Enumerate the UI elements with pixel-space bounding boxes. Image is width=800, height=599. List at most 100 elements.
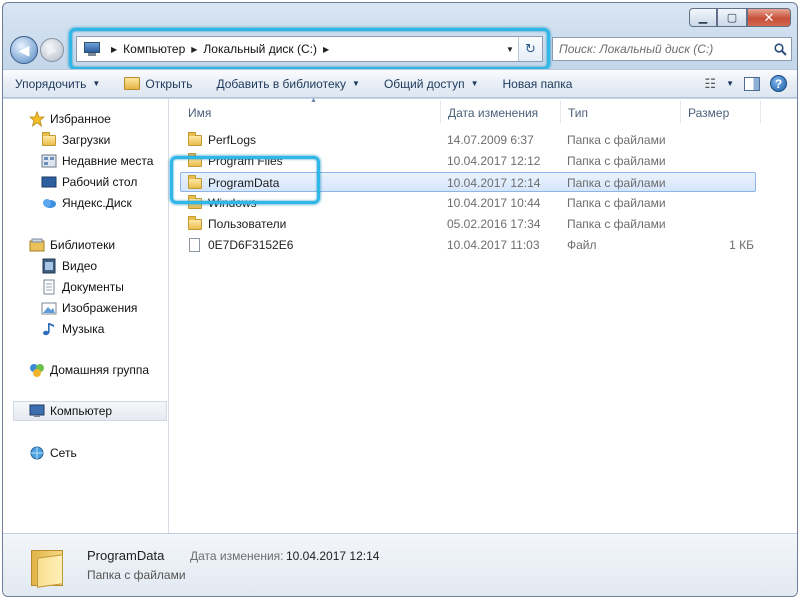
file-list[interactable]: ▲ Имя Дата изменения Тип Размер PerfLogs…	[170, 97, 797, 533]
sidebar-item-documents[interactable]: Документы	[41, 277, 124, 297]
sidebar-item-label: Загрузки	[62, 133, 111, 147]
column-separator[interactable]	[440, 101, 441, 123]
table-row[interactable]: Пользователи 05.02.2016 17:34 Папка с фа…	[180, 214, 756, 234]
column-header-name[interactable]: Имя	[188, 103, 211, 123]
file-date: 10.04.2017 12:12	[447, 154, 541, 168]
large-folder-icon	[31, 546, 63, 588]
sidebar-item-label: Сеть	[50, 446, 77, 460]
file-type: Файл	[567, 238, 597, 252]
open-folder-icon	[124, 77, 141, 90]
preview-pane-icon[interactable]	[744, 76, 760, 91]
sidebar-item-label: Рабочий стол	[62, 175, 138, 189]
file-date: 05.02.2016 17:34	[447, 217, 541, 231]
table-row[interactable]: PerfLogs 14.07.2009 6:37 Папка с файлами	[180, 130, 756, 150]
sidebar-item-label: Домашняя группа	[50, 363, 150, 377]
chevron-down-icon: ▼	[352, 79, 360, 88]
minimize-button[interactable]: ▁	[689, 8, 717, 27]
sidebar-item-video[interactable]: Видео	[41, 256, 97, 276]
forward-arrow-icon: ▶	[47, 43, 57, 57]
maximize-button[interactable]: ▢	[717, 8, 747, 27]
share-label: Общий доступ	[383, 76, 465, 91]
view-controls: ☷ ▼ ?	[704, 75, 797, 92]
details-date-label: Дата изменения:	[190, 549, 284, 563]
content-area: Избранное Загрузки Недавние места Рабочи…	[3, 97, 797, 533]
folder-icon	[188, 130, 202, 150]
column-separator[interactable]	[560, 101, 561, 123]
sidebar-item-pictures[interactable]: Изображения	[41, 298, 137, 318]
details-item-name: ProgramData	[87, 548, 165, 563]
search-box[interactable]: Поиск: Локальный диск (C:)	[552, 37, 792, 61]
video-icon	[41, 258, 57, 274]
chevron-down-icon[interactable]: ▼	[726, 79, 734, 88]
sidebar-item-label: Библиотеки	[50, 238, 116, 252]
sidebar-item-label: Видео	[62, 259, 98, 273]
file-date: 14.07.2009 6:37	[447, 133, 534, 147]
chevron-down-icon: ▼	[470, 79, 479, 88]
sidebar-homegroup[interactable]: Домашняя группа	[29, 360, 149, 380]
file-size: 1 КБ	[729, 238, 754, 252]
network-icon	[29, 445, 45, 461]
views-icon[interactable]: ☷	[704, 76, 716, 92]
sidebar-item-downloads[interactable]: Загрузки	[41, 130, 110, 150]
sidebar-item-recent[interactable]: Недавние места	[41, 151, 153, 171]
downloads-folder-icon	[41, 131, 57, 148]
sidebar-item-desktop[interactable]: Рабочий стол	[41, 172, 137, 192]
details-pane: ProgramData Папка с файлами Дата изменен…	[3, 533, 797, 596]
folder-icon	[188, 214, 202, 234]
sidebar-item-label: Изображения	[62, 301, 138, 315]
explorer-window: ▁ ▢ ✕ ◀ ▶ ▶ Компьютер ▶ Локальный диск (…	[2, 2, 798, 597]
share-button[interactable]: Общий доступ ▼	[372, 70, 491, 97]
cloud-icon	[41, 195, 57, 211]
table-row[interactable]: 0E7D6F3152E6 10.04.2017 11:03 Файл 1 КБ	[180, 235, 756, 255]
sidebar-libraries[interactable]: Библиотеки	[29, 235, 115, 255]
sidebar-item-music[interactable]: Музыка	[41, 319, 104, 339]
pictures-icon	[41, 300, 57, 316]
search-icon[interactable]	[769, 42, 791, 56]
sidebar-item-label: Компьютер	[50, 404, 113, 418]
sidebar-item-computer[interactable]: Компьютер	[13, 401, 167, 421]
column-header-date[interactable]: Дата изменения	[448, 103, 538, 123]
file-icon	[189, 235, 200, 255]
desktop-icon	[41, 174, 57, 190]
back-button[interactable]: ◀	[10, 36, 38, 64]
help-icon[interactable]: ?	[770, 75, 787, 92]
column-separator[interactable]	[760, 101, 761, 123]
column-header-type[interactable]: Тип	[568, 103, 588, 123]
programdata-highlight	[170, 156, 320, 204]
search-input[interactable]: Поиск: Локальный диск (C:)	[559, 42, 769, 56]
column-header-size[interactable]: Размер	[688, 103, 729, 123]
forward-button[interactable]: ▶	[40, 38, 64, 62]
column-separator[interactable]	[680, 101, 681, 123]
window-controls: ▁ ▢ ✕	[689, 8, 791, 27]
sidebar-item-label: Избранное	[50, 112, 111, 126]
open-button[interactable]: Открыть	[112, 70, 204, 97]
file-name: PerfLogs	[208, 133, 257, 147]
sidebar-item-label: Музыка	[62, 322, 105, 336]
file-type: Папка с файлами	[567, 133, 666, 147]
sidebar-network[interactable]: Сеть	[29, 443, 77, 463]
file-date: 10.04.2017 10:44	[447, 196, 541, 210]
library-icon	[29, 237, 45, 253]
sort-indicator-icon: ▲	[310, 97, 317, 104]
file-type: Папка с файлами	[567, 154, 666, 168]
close-button[interactable]: ✕	[747, 8, 791, 27]
open-label: Открыть	[145, 76, 193, 91]
recent-places-icon	[41, 153, 57, 169]
sidebar-favorites[interactable]: Избранное	[29, 109, 111, 129]
file-type: Папка с файлами	[567, 217, 666, 231]
navigation-pane[interactable]: Избранное Загрузки Недавние места Рабочи…	[3, 99, 169, 533]
sidebar-item-yandex-disk[interactable]: Яндекс.Диск	[41, 193, 132, 213]
add-library-label: Добавить в библиотеку	[216, 76, 347, 91]
details-date-value: 10.04.2017 12:14	[286, 549, 380, 563]
sidebar-item-label: Яндекс.Диск	[62, 196, 132, 210]
add-to-library-button[interactable]: Добавить в библиотеку ▼	[204, 70, 371, 97]
new-folder-button[interactable]: Новая папка	[490, 70, 584, 97]
homegroup-icon	[29, 362, 45, 378]
organize-button[interactable]: Упорядочить ▼	[3, 70, 112, 97]
command-bar: Упорядочить ▼ Открыть Добавить в библиот…	[3, 69, 797, 98]
details-item-type: Папка с файлами	[87, 568, 186, 582]
star-icon	[29, 111, 45, 127]
file-date: 10.04.2017 12:14	[447, 176, 541, 190]
file-date: 10.04.2017 11:03	[447, 238, 540, 252]
file-name: Пользователи	[208, 217, 287, 231]
